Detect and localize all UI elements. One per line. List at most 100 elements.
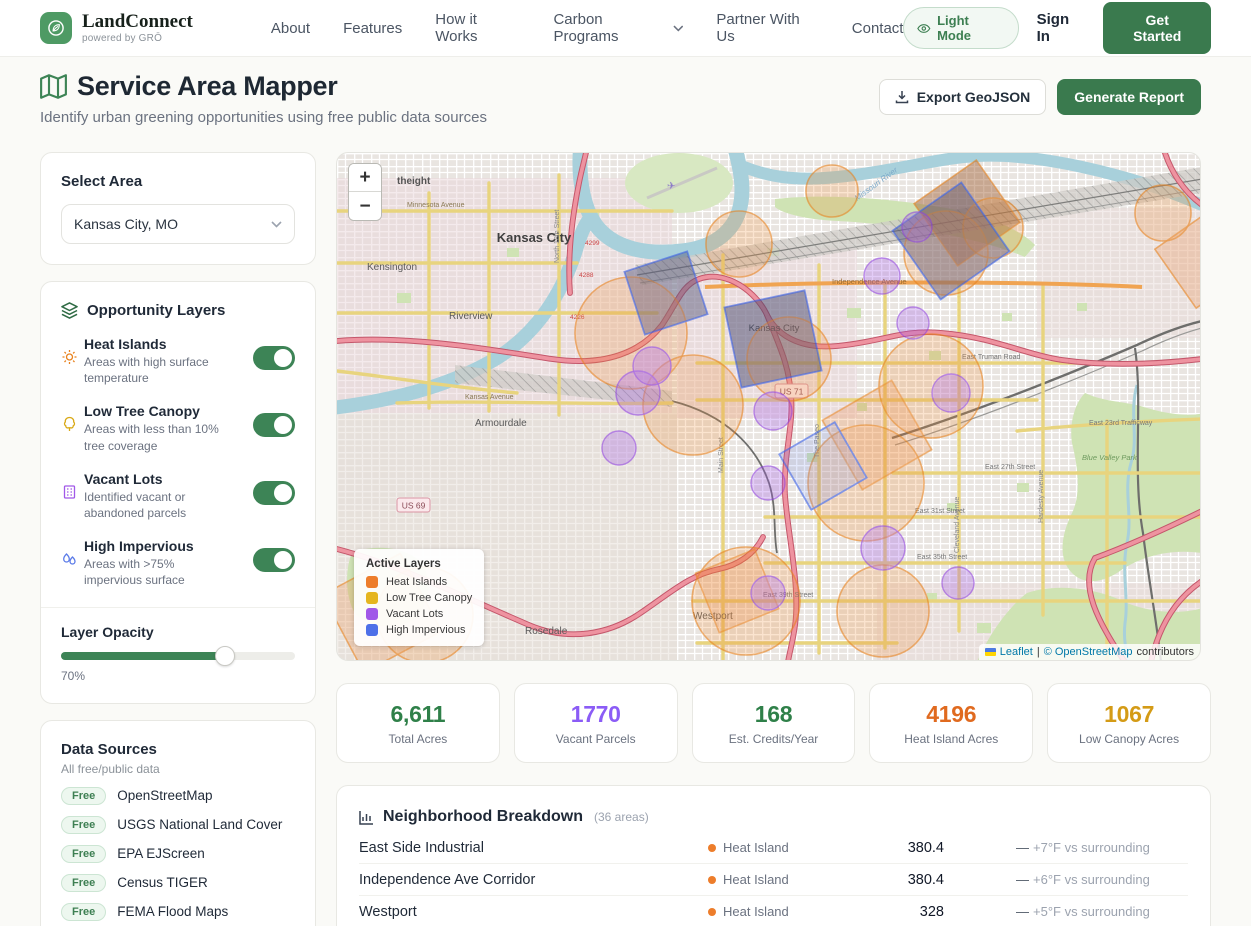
svg-text:✈: ✈ — [667, 181, 675, 192]
free-badge: Free — [61, 874, 106, 892]
area-select[interactable]: Kansas City, MO — [61, 204, 295, 244]
sign-in-link[interactable]: Sign In — [1037, 11, 1086, 45]
layer-opacity-slider[interactable] — [61, 652, 295, 660]
divider — [41, 607, 315, 608]
svg-text:Blue Valley Park: Blue Valley Park — [1082, 453, 1138, 462]
legend-title: Active Layers — [366, 558, 472, 570]
vacant-lots-toggle[interactable] — [253, 481, 295, 505]
heat-island-dot — [708, 908, 716, 916]
zoom-out-button[interactable]: − — [349, 192, 381, 220]
leaflet-link[interactable]: Leaflet — [1000, 646, 1033, 658]
free-badge: Free — [61, 903, 106, 921]
svg-text:East 27th Street: East 27th Street — [985, 464, 1035, 471]
data-source-item: Free FEMA Flood Maps — [61, 903, 295, 921]
data-sources-card: Data Sources All free/public data Free O… — [40, 720, 316, 926]
chevron-down-icon — [673, 25, 684, 32]
table-row[interactable]: Independence Ave Corridor Heat Island 38… — [359, 864, 1188, 896]
layer-opacity-label: Layer Opacity — [61, 624, 295, 640]
data-source-item: Free USGS National Land Cover — [61, 816, 295, 834]
layer-name: High Impervious — [84, 538, 245, 554]
map-label-kensington: Kensington — [367, 262, 417, 273]
ukraine-flag-icon — [985, 648, 996, 656]
layers-icon — [61, 302, 78, 319]
generate-report-button[interactable]: Generate Report — [1057, 79, 1201, 115]
layer-description: Areas with high surface temperature — [84, 354, 234, 386]
map-label-rosedale: Rosedale — [525, 626, 568, 637]
opportunity-layers-card: Opportunity Layers Heat Islands Areas wi… — [40, 281, 316, 704]
top-navigation: LandConnect powered by GRŌ About Feature… — [0, 0, 1251, 57]
stat-est-credits: 168 Est. Credits/Year — [692, 683, 856, 763]
slider-fill — [61, 652, 225, 660]
export-geojson-button[interactable]: Export GeoJSON — [879, 79, 1047, 115]
free-badge: Free — [61, 845, 106, 863]
droplets-icon — [61, 551, 78, 567]
svg-text:North 18th Street: North 18th Street — [554, 210, 561, 263]
heat-island-dot — [708, 876, 716, 884]
map-label-riverview: Riverview — [449, 311, 493, 322]
airport: ✈ — [625, 153, 733, 213]
building-icon — [61, 484, 78, 500]
sun-icon — [61, 349, 78, 365]
map-attribution: Leaflet | © OpenStreetMap contributors — [979, 644, 1200, 660]
svg-text:Minnesota Avenue: Minnesota Avenue — [407, 202, 465, 209]
low-tree-canopy-toggle[interactable] — [253, 413, 295, 437]
svg-text:US 69: US 69 — [402, 501, 426, 511]
light-mode-toggle[interactable]: Light Mode — [903, 7, 1018, 49]
nav-how-it-works[interactable]: How it Works — [435, 11, 520, 45]
svg-text:Kansas Avenue: Kansas Avenue — [465, 394, 514, 401]
svg-text:East 23rd Trafficway: East 23rd Trafficway — [1089, 420, 1153, 427]
page-subtitle: Identify urban greening opportunities us… — [40, 109, 487, 126]
stat-total-acres: 6,611 Total Acres — [336, 683, 500, 763]
layer-name: Vacant Lots — [84, 471, 245, 487]
logo-title: LandConnect — [82, 12, 193, 32]
eye-icon — [917, 23, 931, 34]
legend-swatch — [366, 576, 378, 588]
get-started-button[interactable]: Get Started — [1103, 2, 1211, 54]
data-sources-subtitle: All free/public data — [61, 762, 295, 776]
zoom-in-button[interactable]: + — [349, 164, 381, 192]
svg-text:Hardesty Avenue: Hardesty Avenue — [1038, 470, 1045, 523]
logo-subtitle: powered by GRŌ — [82, 34, 193, 45]
heat-island-dot — [708, 844, 716, 852]
breakdown-title: Neighborhood Breakdown — [383, 808, 583, 826]
openstreetmap-link[interactable]: © OpenStreetMap — [1044, 646, 1133, 658]
svg-text:Cleveland Avenue: Cleveland Avenue — [954, 497, 961, 553]
data-source-item: Free Census TIGER — [61, 874, 295, 892]
select-area-card: Select Area Kansas City, MO — [40, 152, 316, 265]
nav-partner[interactable]: Partner With Us — [716, 11, 818, 45]
svg-text:East 35th Street: East 35th Street — [917, 554, 967, 561]
table-row[interactable]: Westport Heat Island 328 —+5°F vs surrou… — [359, 896, 1188, 926]
free-badge: Free — [61, 816, 106, 834]
layer-row-low-tree-canopy: Low Tree Canopy Areas with less than 10%… — [61, 403, 295, 453]
nav-contact[interactable]: Contact — [852, 20, 904, 37]
layer-row-heat-islands: Heat Islands Areas with high surface tem… — [61, 336, 295, 386]
heat-islands-toggle[interactable] — [253, 346, 295, 370]
map-zoom-control: + − — [348, 163, 382, 221]
chevron-down-icon — [271, 221, 282, 228]
page-header: Service Area Mapper Identify urban green… — [0, 57, 1251, 126]
nav-features[interactable]: Features — [343, 20, 402, 37]
map-label-westheight: theight — [397, 176, 431, 187]
svg-text:4299: 4299 — [585, 240, 600, 247]
nav-about[interactable]: About — [271, 20, 310, 37]
legend-swatch — [366, 608, 378, 620]
neighborhood-breakdown-card: Neighborhood Breakdown (36 areas) East S… — [336, 785, 1211, 926]
layer-description: Identified vacant or abandoned parcels — [84, 489, 234, 521]
legend-item: High Impervious — [366, 624, 472, 636]
sidebar: Select Area Kansas City, MO Opportunity … — [40, 152, 316, 926]
data-source-item: Free EPA EJScreen — [61, 845, 295, 863]
legend-item: Vacant Lots — [366, 608, 472, 620]
stat-vacant-parcels: 1770 Vacant Parcels — [514, 683, 678, 763]
map-container[interactable]: ✈ — [336, 152, 1201, 661]
leaf-logo-icon — [40, 12, 72, 44]
logo[interactable]: LandConnect powered by GRŌ — [40, 12, 193, 44]
slider-knob[interactable] — [215, 646, 235, 666]
legend-item: Low Tree Canopy — [366, 592, 472, 604]
layer-description: Areas with >75% impervious surface — [84, 556, 234, 588]
layer-name: Low Tree Canopy — [84, 403, 245, 419]
table-row[interactable]: East Side Industrial Heat Island 380.4 —… — [359, 832, 1188, 864]
nav-carbon-programs[interactable]: Carbon Programs — [553, 11, 683, 45]
layer-opacity-value: 70% — [61, 669, 295, 683]
high-impervious-toggle[interactable] — [253, 548, 295, 572]
legend-swatch — [366, 592, 378, 604]
